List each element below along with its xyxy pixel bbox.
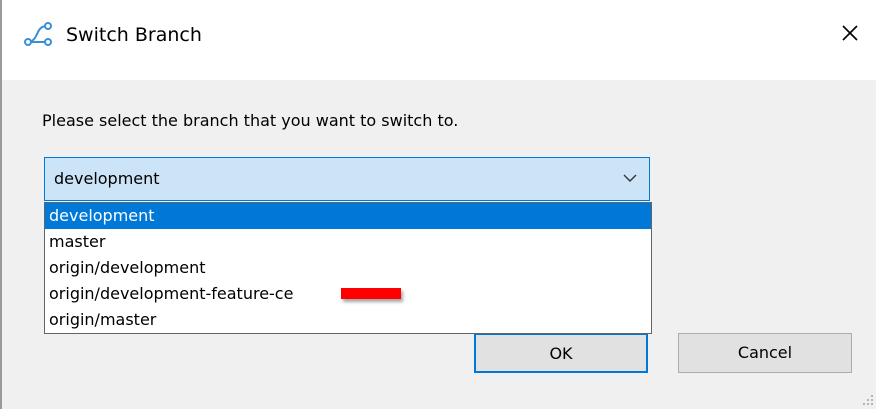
chevron-down-icon bbox=[623, 174, 637, 182]
branch-combobox[interactable]: development bbox=[44, 157, 650, 201]
switch-branch-dialog: Switch Branch Please select the branch t… bbox=[0, 0, 876, 409]
prompt-label: Please select the branch that you want t… bbox=[42, 111, 459, 130]
close-button[interactable] bbox=[832, 18, 868, 50]
dialog-body: Please select the branch that you want t… bbox=[2, 80, 876, 409]
branch-icon bbox=[24, 22, 52, 46]
dropdown-item-label: origin/development-feature-ce bbox=[49, 284, 294, 303]
dropdown-item-master[interactable]: master bbox=[45, 229, 651, 255]
dropdown-item-origin-development-feature[interactable]: origin/development-feature-ce bbox=[45, 281, 651, 307]
ok-button[interactable]: OK bbox=[474, 333, 648, 373]
window-title: Switch Branch bbox=[66, 24, 202, 46]
resize-grip-icon[interactable] bbox=[860, 392, 874, 406]
dropdown-item-origin-development[interactable]: origin/development bbox=[45, 255, 651, 281]
redaction-mark bbox=[341, 288, 401, 299]
title-bar[interactable]: Switch Branch bbox=[2, 0, 876, 80]
combobox-selected-value: development bbox=[54, 169, 160, 188]
cancel-button[interactable]: Cancel bbox=[678, 333, 852, 373]
dropdown-item-development[interactable]: development bbox=[45, 203, 651, 229]
close-icon bbox=[842, 25, 858, 41]
branch-dropdown-list[interactable]: development master origin/development or… bbox=[44, 202, 652, 334]
dropdown-item-origin-master[interactable]: origin/master bbox=[45, 307, 651, 333]
